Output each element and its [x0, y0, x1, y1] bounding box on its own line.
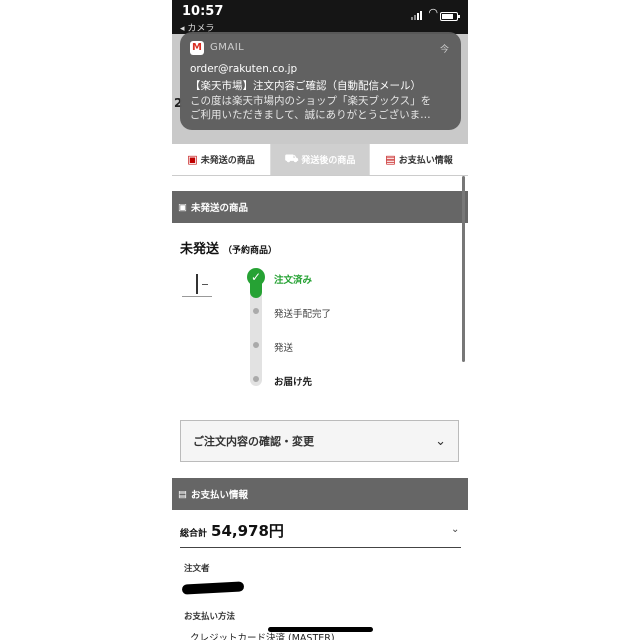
total-amount[interactable]: 総合計 54,978円 — [180, 520, 284, 541]
redaction-mark — [268, 627, 373, 632]
scrollbar[interactable] — [462, 176, 465, 362]
section-title: お支払い情報 — [190, 490, 248, 501]
tab-label: 未発送の商品 — [200, 156, 255, 166]
battery-icon — [440, 12, 460, 21]
step-dot — [253, 342, 259, 348]
chevron-down-icon: ⌄ — [435, 433, 446, 449]
status-text: 未発送 — [180, 242, 220, 257]
notification-body-line1: この度は楽天市場内のショップ「楽天ブックス」を — [190, 95, 432, 107]
wallet-icon: ▤ — [385, 153, 396, 166]
wifi-icon: ◠ — [428, 6, 438, 19]
notification-subject: 【楽天市場】注文内容ご確認（自動配信メール） — [190, 80, 421, 92]
payment-method-label: お支払い方法 — [184, 612, 236, 622]
phone-screen: 2 10:57 ◂ カメラ ◠ M GMAIL 今 order@rakuten.… — [172, 0, 468, 640]
tab-payment[interactable]: ▤ お支払い情報 — [370, 144, 468, 175]
tab-unshipped[interactable]: ▣ 未発送の商品 — [172, 144, 271, 175]
payment-section-header: ▤ お支払い情報 — [172, 478, 468, 510]
gmail-notification[interactable]: M GMAIL 今 order@rakuten.co.jp 【楽天市場】注文内容… — [180, 32, 461, 130]
status-bar: 10:57 ◂ カメラ ◠ — [172, 0, 468, 34]
step-ordered: 注文済み — [274, 275, 313, 286]
product-thumbnail[interactable] — [182, 270, 212, 297]
step-shipped: 発送 — [274, 343, 294, 354]
check-icon: ✓ — [247, 268, 265, 286]
box-icon: ▣ — [187, 153, 198, 166]
total-label: 総合計 — [180, 529, 208, 539]
unshipped-section-header: ▣ 未発送の商品 — [172, 191, 468, 223]
gmail-icon: M — [190, 41, 204, 55]
chevron-down-icon[interactable]: ⌄ — [451, 524, 459, 535]
section-title: 未発送の商品 — [190, 203, 248, 214]
total-value: 54,978円 — [211, 522, 284, 540]
signal-icon — [411, 11, 422, 20]
step-dot — [253, 376, 259, 382]
box-icon: ▣ — [178, 201, 187, 213]
step-delivery-address[interactable]: お届け先 — [274, 374, 312, 388]
notification-app-name: GMAIL — [210, 42, 245, 53]
notification-body-line2: ご利用いただきまして、誠にありがとうございま… — [190, 109, 431, 121]
wallet-icon: ▤ — [178, 488, 187, 500]
truck-icon: ⛟ — [284, 152, 299, 165]
redaction-mark — [181, 581, 245, 595]
notification-time: 今 — [439, 45, 449, 55]
status-note: （予約商品） — [223, 246, 278, 256]
status-time: 10:57 — [182, 4, 224, 19]
orderer-label: 注文者 — [184, 564, 210, 574]
shipping-status: 未発送 （予約商品） — [180, 238, 277, 257]
order-tabs: ▣ 未発送の商品 ⛟ 発送後の商品 ▤ お支払い情報 — [172, 144, 468, 176]
divider — [180, 547, 461, 548]
tab-label: 発送後の商品 — [301, 156, 356, 166]
notification-sender: order@rakuten.co.jp — [190, 63, 298, 75]
tab-label: お支払い情報 — [398, 156, 453, 166]
step-dot — [253, 308, 259, 314]
step-preparing: 発送手配完了 — [274, 309, 332, 320]
tab-shipped[interactable]: ⛟ 発送後の商品 — [271, 144, 370, 175]
confirm-change-order-button[interactable]: ご注文内容の確認・変更 ⌄ — [180, 420, 459, 462]
confirm-change-label: ご注文内容の確認・変更 — [193, 435, 314, 448]
